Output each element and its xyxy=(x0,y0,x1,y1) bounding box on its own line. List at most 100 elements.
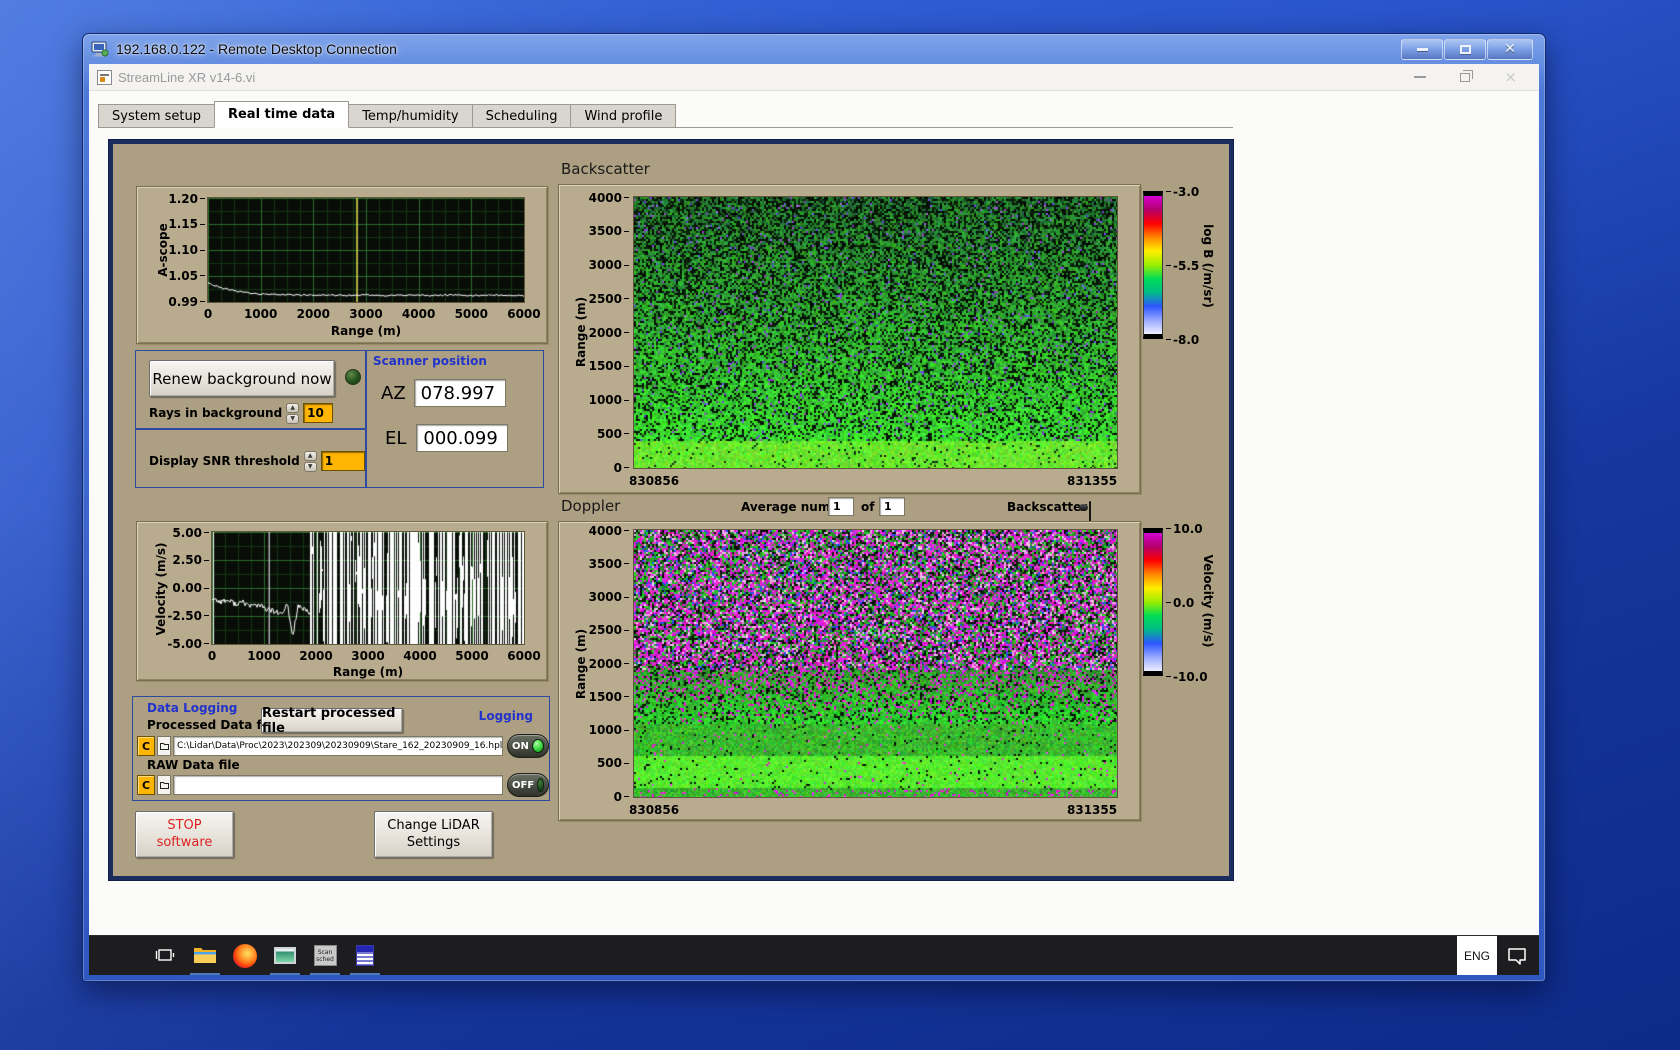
rays-in-background-label: Rays in background xyxy=(149,406,283,420)
backscatter-doppler-toggle[interactable] xyxy=(1089,501,1091,522)
average-total-field[interactable]: 1 xyxy=(879,497,905,516)
background-led xyxy=(345,369,361,385)
snr-value-field[interactable]: 1 xyxy=(320,451,365,471)
velocity-plot[interactable] xyxy=(211,531,525,645)
firefox-button[interactable] xyxy=(225,936,265,976)
taskbar: Scan sched ENG xyxy=(89,935,1539,975)
colorbar-tick-label: -10.0 xyxy=(1166,671,1208,683)
processed-data-file-label: Processed Data file xyxy=(147,718,278,732)
app-minimize-icon[interactable] xyxy=(1414,76,1427,78)
running-indicator xyxy=(270,972,300,975)
task-view-button[interactable] xyxy=(145,936,185,976)
renew-background-button[interactable]: Renew background now xyxy=(149,360,335,397)
doppler-colorbar-ticks: 10.0 0.0 -10.0 xyxy=(1166,523,1226,683)
colorbar-tick-label: -5.5 xyxy=(1166,260,1199,272)
file-explorer-button[interactable] xyxy=(185,936,225,976)
rays-spinner[interactable]: ▲ ▼ xyxy=(286,403,300,424)
processed-path-field[interactable]: C:\Lidar\Data\Proc\2023\202309\20230909\… xyxy=(173,736,503,756)
tab-real-time-data[interactable]: Real time data xyxy=(213,101,350,128)
snr-spinner[interactable]: ▲ ▼ xyxy=(303,451,317,472)
tab-system-setup[interactable]: System setup xyxy=(98,104,215,128)
ascope-y-ticks: 1.20 1.15 1.10 1.05 0.99 xyxy=(155,193,205,308)
axis-tick-label: 3500 xyxy=(589,225,629,237)
rdp-window-title: 192.168.0.122 - Remote Desktop Connectio… xyxy=(116,41,397,57)
close-icon: ✕ xyxy=(1504,41,1516,57)
snr-threshold-box: Display SNR threshold ▲ ▼ 1 xyxy=(135,429,366,488)
file-explorer-icon xyxy=(194,948,216,963)
scan-scheduler-icon: Scan sched xyxy=(313,945,337,966)
axis-tick-label: 1.15 xyxy=(168,218,205,230)
axis-tick-label: 500 xyxy=(597,757,629,769)
raw-path-field[interactable] xyxy=(173,775,503,795)
app-titlebar[interactable]: StreamLine XR v14-6.vi × xyxy=(89,64,1539,91)
doppler-colorbar xyxy=(1143,528,1163,676)
axis-tick-label: 2500 xyxy=(589,624,629,636)
tab-scheduling[interactable]: Scheduling xyxy=(471,104,572,128)
app-restore-icon[interactable] xyxy=(1460,69,1474,82)
logging-on-led xyxy=(531,739,544,753)
app-window-title: StreamLine XR v14-6.vi xyxy=(118,69,256,85)
rdp-close-button[interactable]: ✕ xyxy=(1487,38,1533,60)
minimize-icon xyxy=(1416,47,1428,51)
rays-value-field[interactable]: 10 xyxy=(303,403,334,423)
spinner-down-icon[interactable]: ▼ xyxy=(286,414,300,424)
axis-tick-label: -5.00 xyxy=(167,638,209,650)
running-indicator xyxy=(310,972,340,975)
spinner-up-icon[interactable]: ▲ xyxy=(286,403,300,413)
velocity-x-axis-label: Range (m) xyxy=(332,665,404,679)
task-view-icon xyxy=(155,949,175,961)
average-number-field[interactable]: 1 xyxy=(828,497,854,516)
change-lidar-settings-button[interactable]: Change LiDAR Settings xyxy=(374,811,493,858)
spinner-down-icon[interactable]: ▼ xyxy=(303,462,317,472)
axis-tick-label: 2500 xyxy=(589,293,629,305)
streamline-app-button[interactable] xyxy=(265,936,305,976)
restart-processed-file-button[interactable]: Restart processed file xyxy=(261,706,403,736)
folder-icon xyxy=(159,743,169,750)
axis-tick-label: 500 xyxy=(597,428,629,440)
backscatter-x-start-label: 830856 xyxy=(629,474,680,488)
backscatter-y-axis-label: Range (m) xyxy=(574,296,588,368)
colorbar-tick-label: 0.0 xyxy=(1166,597,1194,609)
of-label: of xyxy=(861,500,875,514)
processed-browse-button[interactable] xyxy=(157,736,171,756)
logging-off-led xyxy=(537,778,544,792)
doppler-plot[interactable] xyxy=(633,529,1118,798)
raw-logging-toggle[interactable]: OFF xyxy=(507,773,549,797)
action-center-icon[interactable] xyxy=(1507,947,1527,965)
raw-drive-selector[interactable]: C xyxy=(137,775,155,795)
backscatter-plot[interactable] xyxy=(633,196,1118,469)
axis-tick-label: 5.00 xyxy=(172,527,209,539)
axis-tick-label: 3000 xyxy=(589,259,629,271)
vi-file-icon xyxy=(97,69,112,85)
raw-browse-button[interactable] xyxy=(157,775,171,795)
language-indicator[interactable]: ENG xyxy=(1457,935,1497,975)
colorbar-tick-label: 10.0 xyxy=(1166,523,1203,535)
tab-wind-profile[interactable]: Wind profile xyxy=(570,104,677,128)
backscatter-toggle-label: Backscatter xyxy=(1007,500,1088,514)
rdp-titlebar[interactable]: 192.168.0.122 - Remote Desktop Connectio… xyxy=(83,34,1545,64)
axis-tick-label: 0 xyxy=(614,462,629,474)
scanner-position-box: Scanner position AZ 078.997 EL 000.099 xyxy=(366,350,544,488)
doppler-x-start-label: 830856 xyxy=(629,803,680,817)
background-controls-box: Renew background now Rays in background … xyxy=(135,350,366,429)
snr-threshold-label: Display SNR threshold xyxy=(149,454,300,468)
processed-drive-selector[interactable]: C xyxy=(137,736,155,756)
axis-tick-label: 1000 xyxy=(589,724,629,736)
logging-label: Logging xyxy=(478,709,533,723)
spinner-up-icon[interactable]: ▲ xyxy=(303,451,317,461)
ascope-plot-group: A-scope 1.20 1.15 1.10 1.05 0.99 0 1000 2000 30… xyxy=(136,186,548,344)
week-planner-button[interactable] xyxy=(345,936,385,976)
tab-temp-humidity[interactable]: Temp/humidity xyxy=(348,104,473,128)
rdp-minimize-button[interactable] xyxy=(1401,38,1443,60)
ascope-plot[interactable] xyxy=(207,197,525,303)
stop-software-button[interactable]: STOP software xyxy=(135,811,234,858)
running-indicator xyxy=(190,972,220,975)
app-close-icon[interactable]: × xyxy=(1504,69,1517,85)
ascope-x-ticks: 0 1000 2000 3000 4000 5000 6000 xyxy=(203,307,541,321)
scan-scheduler-button[interactable]: Scan sched xyxy=(305,936,345,976)
rdp-window: 192.168.0.122 - Remote Desktop Connectio… xyxy=(82,33,1546,982)
processed-logging-toggle[interactable]: ON xyxy=(507,734,549,758)
colorbar-tick-label: -3.0 xyxy=(1166,186,1199,198)
rdp-maximize-button[interactable] xyxy=(1444,38,1486,60)
axis-tick-label: 1500 xyxy=(589,691,629,703)
